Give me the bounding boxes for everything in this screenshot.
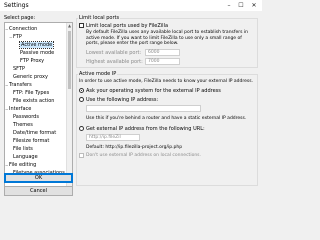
limit-ports-description: By default FileZilla uses any available … bbox=[86, 30, 248, 46]
highest-port-input[interactable]: 7000 bbox=[145, 58, 180, 65]
lowest-port-input[interactable]: 6000 bbox=[145, 49, 180, 56]
limit-ports-checkbox[interactable] bbox=[79, 23, 84, 28]
tree-item[interactable]: FTP bbox=[13, 34, 22, 40]
use-url-radio[interactable] bbox=[79, 126, 84, 131]
tree-item[interactable]: Connection bbox=[9, 26, 37, 32]
active-ip-title: Active mode IP bbox=[78, 71, 118, 77]
limit-ports-checkbox-label[interactable]: Limit local ports used by FileZilla bbox=[86, 23, 168, 29]
scroll-up-arrow-icon[interactable]: ▲ bbox=[67, 23, 72, 28]
tree-item[interactable]: Passive mode bbox=[20, 50, 54, 56]
settings-dialog: Settings – ☐ ✕ Select page: ▲ ▼ −Connect… bbox=[0, 0, 262, 200]
tree-expander-icon[interactable]: − bbox=[5, 107, 8, 112]
tree-expander-icon[interactable]: − bbox=[5, 83, 8, 88]
limit-ports-title: Limit local ports bbox=[78, 15, 121, 21]
tree-item[interactable]: Filesize format bbox=[13, 138, 49, 144]
tree-item[interactable]: FTP Proxy bbox=[20, 58, 44, 64]
lowest-port-label: Lowest available port: bbox=[86, 50, 142, 56]
tree-item[interactable]: File editing bbox=[9, 162, 36, 168]
use-url-label[interactable]: Get external IP address from the followi… bbox=[86, 126, 205, 132]
select-page-label: Select page: bbox=[4, 15, 36, 21]
active-ip-description: In order to use active mode, FileZilla n… bbox=[79, 79, 254, 84]
highest-port-label: Highest available port: bbox=[86, 59, 143, 65]
tree-item[interactable]: Themes bbox=[13, 122, 33, 128]
tree-item[interactable]: Generic proxy bbox=[13, 74, 48, 80]
tree-expander-icon[interactable]: − bbox=[5, 27, 8, 32]
settings-page-tree[interactable]: ▲ ▼ −Connection−FTPActive modePassive mo… bbox=[4, 22, 73, 193]
tree-item[interactable]: SFTP bbox=[13, 66, 25, 72]
ask-os-radio[interactable] bbox=[79, 88, 84, 93]
cancel-button[interactable]: Cancel bbox=[4, 186, 73, 196]
tree-item[interactable]: Transfers bbox=[9, 82, 32, 88]
title-bar: Settings – ☐ ✕ bbox=[0, 0, 262, 11]
ask-os-label[interactable]: Ask your operating system for the extern… bbox=[86, 88, 221, 94]
ip-address-input[interactable] bbox=[86, 105, 201, 112]
default-url-text: Default: http://ip.filezilla-project.org… bbox=[86, 145, 183, 150]
close-button[interactable]: ✕ bbox=[249, 1, 259, 10]
dont-use-local-label[interactable]: Don't use external IP address on local c… bbox=[86, 153, 201, 158]
tree-expander-icon[interactable]: − bbox=[9, 35, 12, 40]
tree-item[interactable]: Date/time format bbox=[13, 130, 56, 136]
tree-item[interactable]: Passwords bbox=[13, 114, 39, 120]
tree-scrollbar[interactable]: ▲ ▼ bbox=[66, 23, 72, 192]
tree-item[interactable]: FTP: File Types bbox=[13, 90, 49, 96]
tree-item[interactable]: Interface bbox=[9, 106, 31, 112]
ip-hint-text: Use this if you're behind a router and h… bbox=[86, 116, 247, 121]
use-ip-label[interactable]: Use the following IP address: bbox=[86, 97, 158, 103]
tree-item[interactable]: Language bbox=[13, 154, 38, 160]
tree-item[interactable]: File lists bbox=[13, 146, 33, 152]
maximize-button[interactable]: ☐ bbox=[236, 1, 246, 10]
tree-item[interactable]: Active mode bbox=[18, 41, 55, 49]
dont-use-local-checkbox[interactable] bbox=[79, 153, 84, 158]
window-title: Settings bbox=[4, 2, 29, 9]
use-ip-radio[interactable] bbox=[79, 97, 84, 102]
tree-scroll-thumb[interactable] bbox=[68, 31, 71, 89]
ip-url-input[interactable]: http://ip.fileZil bbox=[86, 134, 140, 141]
tree-expander-icon[interactable]: − bbox=[5, 163, 8, 168]
ok-button[interactable]: OK bbox=[4, 173, 73, 183]
minimize-button[interactable]: – bbox=[224, 1, 234, 10]
tree-item[interactable]: File exists action bbox=[13, 98, 54, 104]
